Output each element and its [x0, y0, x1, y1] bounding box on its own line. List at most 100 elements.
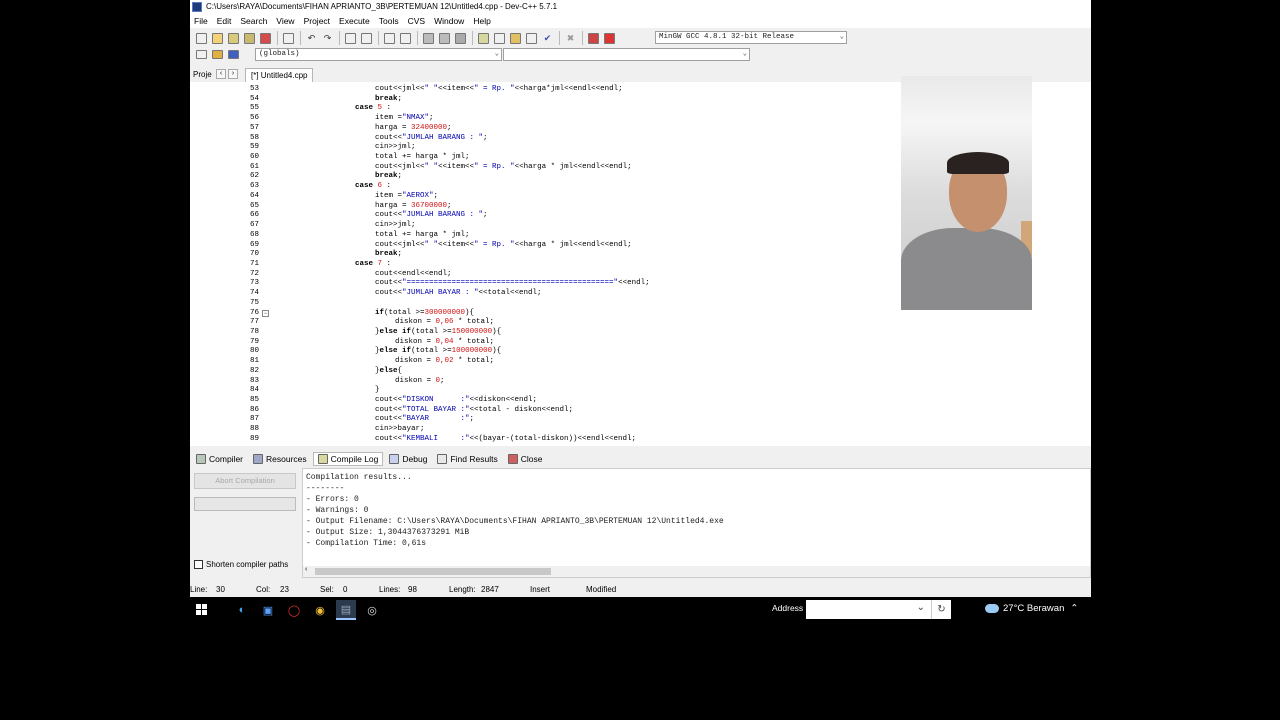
chevron-right-icon[interactable]: ›	[228, 69, 238, 79]
replace-icon[interactable]	[359, 31, 374, 46]
toggle-bookmark-icon[interactable]	[210, 49, 225, 61]
scroll-left-icon[interactable]: ‹	[305, 566, 307, 573]
status-col-value: 23	[280, 585, 289, 594]
main-toolbar: ↶ ↷ ✔ ✖ MinGW GCC 4.8.1 32-bit Release ⌄	[190, 28, 1091, 48]
new-file-icon[interactable]	[194, 31, 209, 46]
scrollbar-thumb[interactable]	[315, 568, 551, 575]
chevron-down-icon: ⌄	[494, 50, 499, 58]
compile-log-output[interactable]: Compilation results... -------- - Errors…	[302, 468, 1091, 578]
code-line: 79 diskon = 0,04 * total;	[190, 338, 1091, 348]
windows-start-icon[interactable]	[196, 604, 207, 615]
code-line: 76− if(total >=300000000){	[190, 309, 1091, 319]
tab-close-label: Close	[520, 454, 543, 464]
code-line: 82}else{	[190, 367, 1091, 377]
line-number: 79	[249, 337, 259, 346]
shorten-paths-checkbox[interactable]: Shorten compiler paths	[194, 560, 288, 569]
menu-tools[interactable]: Tools	[379, 14, 399, 28]
goto-bookmark-icon[interactable]	[226, 49, 241, 61]
menu-window[interactable]: Window	[434, 14, 464, 28]
indent-icon[interactable]	[398, 31, 413, 46]
remove-from-project-icon[interactable]	[437, 31, 452, 46]
line-number: 63	[249, 182, 259, 191]
chevron-up-icon[interactable]: ⌃	[1070, 603, 1078, 614]
photoshop-icon[interactable]: ▣	[258, 600, 278, 620]
undo-icon[interactable]: ↶	[304, 31, 319, 46]
bar-chart-icon	[317, 454, 328, 464]
menu-project[interactable]: Project	[304, 14, 330, 28]
menu-help[interactable]: Help	[473, 14, 490, 28]
edge-browser-icon[interactable]: ◐	[232, 600, 252, 620]
line-number: 54	[249, 94, 259, 103]
tab-compiler[interactable]: Compiler	[192, 452, 247, 466]
find-icon[interactable]	[343, 31, 358, 46]
checkbox-box[interactable]	[194, 560, 203, 569]
devcpp-taskbar-icon[interactable]: ▤	[336, 600, 356, 620]
compiler-select[interactable]: MinGW GCC 4.8.1 32-bit Release ⌄	[655, 31, 847, 44]
delete-profile-icon[interactable]	[602, 31, 617, 46]
code-text: }	[375, 386, 380, 395]
tab-compile-log[interactable]: Compile Log	[312, 452, 384, 466]
code-text: break;	[375, 250, 403, 259]
abort-compilation-button[interactable]: Abort Compilation	[194, 473, 296, 489]
fold-toggle-icon[interactable]: −	[262, 309, 269, 317]
tab-find-results-label: Find Results	[450, 454, 498, 464]
project-tab[interactable]: Proje	[193, 69, 212, 81]
project-options-icon[interactable]	[453, 31, 468, 46]
rebuild-icon[interactable]	[524, 31, 539, 46]
line-number: 62	[249, 172, 259, 181]
run-icon[interactable]	[492, 31, 507, 46]
line-number: 56	[249, 114, 259, 123]
tab-find-results[interactable]: Find Results	[433, 452, 501, 466]
refresh-icon[interactable]: ↻	[931, 600, 951, 619]
profile-chart-icon[interactable]	[586, 31, 601, 46]
chevron-left-icon[interactable]: ‹	[216, 69, 226, 79]
tab-debug[interactable]: Debug	[385, 452, 431, 466]
code-text: cout<<jml<<" "<<item<<" = Rp. "<<harga*j…	[375, 85, 623, 93]
code-text: cout<<"KEMBALI :"<<(bayar-(total-diskon)…	[375, 434, 637, 443]
code-text: harga = 36700000;	[375, 201, 452, 210]
line-number: 75	[249, 298, 259, 307]
print-icon[interactable]	[281, 31, 296, 46]
opera-icon[interactable]: ◯	[284, 600, 304, 620]
save-all-icon[interactable]	[242, 31, 257, 46]
menu-cvs[interactable]: CVS	[408, 14, 425, 28]
scope-select[interactable]: (globals) ⌄	[255, 48, 502, 61]
weather-widget[interactable]: 27°C Berawan ⌃	[985, 603, 1078, 614]
add-to-project-icon[interactable]	[421, 31, 436, 46]
chrome-icon[interactable]: ◉	[310, 600, 330, 620]
close-file-icon[interactable]	[258, 31, 273, 46]
tab-resources-label: Resources	[266, 454, 307, 464]
tab-untitled4[interactable]: [*] Untitled4.cpp	[245, 68, 314, 82]
compile-run-icon[interactable]	[508, 31, 523, 46]
code-text: harga = 32400000;	[375, 123, 452, 132]
line-number: 81	[249, 357, 259, 366]
save-icon[interactable]	[226, 31, 241, 46]
menu-execute[interactable]: Execute	[339, 14, 370, 28]
shorten-paths-label: Shorten compiler paths	[206, 560, 289, 569]
redo-icon[interactable]: ↷	[320, 31, 335, 46]
menu-edit[interactable]: Edit	[217, 14, 232, 28]
menu-file[interactable]: File	[194, 14, 208, 28]
tab-close[interactable]: Close	[504, 452, 547, 466]
chevron-down-icon[interactable]: ⌄	[917, 602, 925, 613]
line-number: 55	[249, 104, 259, 113]
obs-icon[interactable]: ◎	[362, 600, 382, 620]
line-number: 89	[249, 434, 259, 443]
compile-icon[interactable]	[476, 31, 491, 46]
insert-icon[interactable]	[194, 49, 209, 61]
toolbar-divider	[417, 31, 418, 45]
code-text: case 6 :	[355, 182, 392, 191]
tab-resources[interactable]: Resources	[249, 452, 311, 466]
address-input[interactable]: ⌄ ↻	[806, 600, 951, 619]
syntax-check-icon[interactable]: ✔	[540, 31, 555, 46]
open-project-icon[interactable]	[210, 31, 225, 46]
menu-view[interactable]: View	[276, 14, 294, 28]
horizontal-scrollbar[interactable]: ‹	[303, 566, 1090, 577]
stop-execution-icon[interactable]: ✖	[563, 31, 578, 46]
code-text: }else if(total >=100000000){	[375, 347, 502, 356]
status-col-label: Col:	[256, 585, 271, 594]
line-number: 88	[249, 425, 259, 434]
goto-line-icon[interactable]	[382, 31, 397, 46]
member-select[interactable]: ⌄	[503, 48, 750, 61]
menu-search[interactable]: Search	[240, 14, 267, 28]
